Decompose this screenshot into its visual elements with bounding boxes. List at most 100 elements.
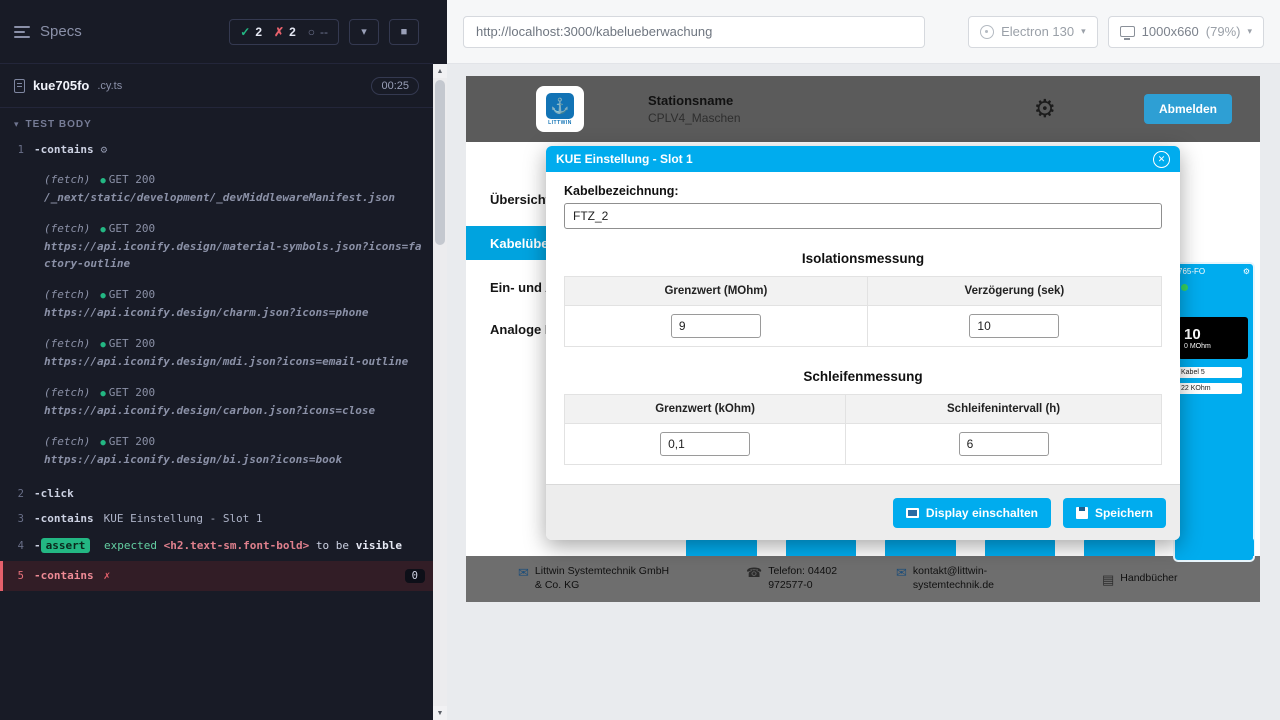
command-number: 3 (0, 513, 34, 525)
browser-select[interactable]: Electron 130 ▾ (968, 16, 1098, 48)
specs-bar: Specs ✓2 ✗2 ○-- ▾ ■ (0, 0, 433, 64)
fetch-url: https://api.iconify.design/material-symb… (44, 238, 423, 272)
display-on-button[interactable]: Display einschalten (893, 498, 1051, 528)
viewport-size: 1000x660 (1142, 24, 1199, 39)
book-icon: ▤ (1102, 573, 1114, 586)
phone-icon: ☎ (746, 566, 762, 579)
command-assert[interactable]: 4 -assert expected <h2.text-sm.font-bold… (0, 531, 433, 561)
command-message: KUE Einstellung - Slot 1 (104, 512, 263, 525)
measure-display: 10 0 MOhm (1178, 317, 1248, 359)
slot-button[interactable] (786, 538, 857, 556)
close-icon[interactable]: ✕ (1153, 151, 1170, 168)
littwin-logo: ⚓ LITTWIN (536, 86, 584, 132)
slot-button[interactable] (1084, 538, 1155, 556)
app-under-test: ⚓ LITTWIN Stationsname CPLV4_Maschen ⚙ A… (466, 76, 1260, 602)
loop-col-interval: Schleifenintervall (h) (846, 395, 1162, 424)
iso-limit-input[interactable] (671, 314, 761, 338)
settings-gear-icon[interactable]: ⚙ (1034, 97, 1056, 122)
footer-email[interactable]: ✉ kontakt@littwin-systemtechnik.de (896, 565, 1024, 592)
slot-gear-icon[interactable]: ⚙ (1243, 267, 1250, 276)
slot-button[interactable] (686, 538, 757, 556)
fetch-url: /_next/static/development/_devMiddleware… (44, 189, 423, 206)
fetch-url: https://api.iconify.design/carbon.json?i… (44, 402, 423, 419)
station-label: Stationsname (648, 93, 741, 108)
command-click[interactable]: 2 -click (0, 481, 433, 506)
specs-label[interactable]: Specs (40, 23, 82, 40)
fetch-entry[interactable]: (fetch)●GET 200 https://api.iconify.desi… (44, 328, 423, 377)
display-icon (906, 508, 919, 518)
slot-button[interactable] (885, 538, 956, 556)
command-contains-1[interactable]: 1 -contains⚙ (0, 137, 433, 162)
save-button[interactable]: Speichern (1063, 498, 1166, 528)
aut-region: Electron 130 ▾ 1000x660 (79%) ▾ ⚓ LITTWI… (447, 0, 1280, 720)
slot-card-background: 765-FO ⚙ 10 0 MOhm Kabel 5 22 KOhm (1173, 262, 1255, 562)
loop-limit-input[interactable] (660, 432, 750, 456)
scroll-up-icon[interactable]: ▲ (433, 64, 447, 78)
loop-interval-input[interactable] (959, 432, 1049, 456)
iso-col-limit: Grenzwert (MOhm) (565, 277, 868, 306)
app-header: ⚓ LITTWIN Stationsname CPLV4_Maschen ⚙ A… (466, 76, 1260, 142)
cable-name-input[interactable] (564, 203, 1162, 229)
spec-timer: 00:25 (371, 77, 419, 95)
chevron-down-icon: ▾ (1081, 26, 1086, 37)
fetch-url: https://api.iconify.design/charm.json?ic… (44, 304, 423, 321)
cable-name-label: Kabelbezeichnung: (564, 184, 1162, 198)
stop-button[interactable]: ■ (389, 19, 419, 45)
fetch-entry[interactable]: (fetch)●GET 200 /_next/static/developmen… (44, 164, 423, 213)
test-body-header[interactable]: ▾ TEST BODY (0, 108, 433, 137)
viewport-zoom: (79%) (1206, 24, 1241, 39)
fetch-entry[interactable]: (fetch)●GET 200 https://api.iconify.desi… (44, 426, 423, 475)
command-contains-2[interactable]: 3 -containsKUE Einstellung - Slot 1 (0, 506, 433, 531)
kue-settings-modal: KUE Einstellung - Slot 1 ✕ Kabelbezeichn… (546, 146, 1180, 540)
iso-col-delay: Verzögerung (sek) (867, 277, 1161, 306)
slot-button[interactable] (1184, 538, 1255, 556)
command-contains-failed[interactable]: 5 -contains ✗ 0 (0, 561, 433, 591)
command-number: 2 (0, 488, 34, 500)
electron-icon (980, 25, 994, 39)
status-dot-icon: ● (100, 340, 105, 350)
logout-button[interactable]: Abmelden (1144, 94, 1232, 124)
iso-delay-input[interactable] (969, 314, 1059, 338)
scroll-down-icon[interactable]: ▼ (433, 706, 447, 720)
loop-table: Grenzwert (kOhm) Schleifenintervall (h) (564, 394, 1162, 465)
fetch-entry[interactable]: (fetch)●GET 200 https://api.iconify.desi… (44, 213, 423, 279)
monitor-icon (1120, 26, 1135, 37)
window: Specs ✓2 ✗2 ○-- ▾ ■ kue705fo .cy.ts 00:2… (0, 0, 1280, 720)
footer-company: ✉ Littwin Systemtechnik GmbH & Co. KG (518, 565, 676, 592)
mail-icon: ✉ (896, 566, 907, 579)
modal-title: KUE Einstellung - Slot 1 (556, 152, 693, 166)
fetch-entry[interactable]: (fetch)●GET 200 https://api.iconify.desi… (44, 279, 423, 328)
chevron-down-icon: ▾ (361, 25, 367, 38)
scrollbar-thumb[interactable] (435, 80, 445, 245)
command-options-icon: ⚙ (101, 143, 108, 156)
spec-name[interactable]: kue705fo (33, 78, 89, 93)
scrollbar-track (433, 247, 447, 706)
isolation-table: Grenzwert (MOhm) Verzögerung (sek) (564, 276, 1162, 347)
loop-heading: Schleifenmessung (564, 369, 1162, 384)
spec-ext: .cy.ts (97, 80, 122, 92)
loop-col-limit: Grenzwert (kOhm) (565, 395, 846, 424)
chevron-down-icon: ▾ (14, 119, 19, 130)
scrollbar-top-spacer (433, 0, 447, 64)
specs-menu-icon[interactable] (14, 26, 30, 38)
spec-row[interactable]: kue705fo .cy.ts 00:25 (0, 64, 433, 108)
viewport-select[interactable]: 1000x660 (79%) ▾ (1108, 16, 1264, 48)
status-dot (1181, 284, 1188, 291)
url-input[interactable] (463, 16, 925, 48)
footer-manuals[interactable]: ▤ Handbücher (1102, 572, 1178, 586)
test-stats: ✓2 ✗2 ○-- (229, 19, 339, 45)
fail-icon: ✗ (274, 25, 284, 39)
stat-pending[interactable]: ○-- (308, 25, 328, 39)
slot-button[interactable] (985, 538, 1056, 556)
app-footer: ✉ Littwin Systemtechnik GmbH & Co. KG ☎ … (466, 556, 1260, 602)
check-icon: ✓ (240, 25, 250, 39)
slot-buttons-row (686, 538, 1254, 556)
stop-icon: ■ (401, 26, 408, 38)
value-chip: 22 KOhm (1178, 383, 1242, 394)
collapse-button[interactable]: ▾ (349, 19, 379, 45)
stat-passed[interactable]: ✓2 (240, 25, 262, 39)
stat-failed[interactable]: ✗2 (274, 25, 296, 39)
fetch-entry[interactable]: (fetch)●GET 200 https://api.iconify.desi… (44, 377, 423, 426)
command-log: 1 -contains⚙ (fetch)●GET 200 /_next/stat… (0, 137, 433, 720)
command-number: 4 (0, 540, 34, 552)
